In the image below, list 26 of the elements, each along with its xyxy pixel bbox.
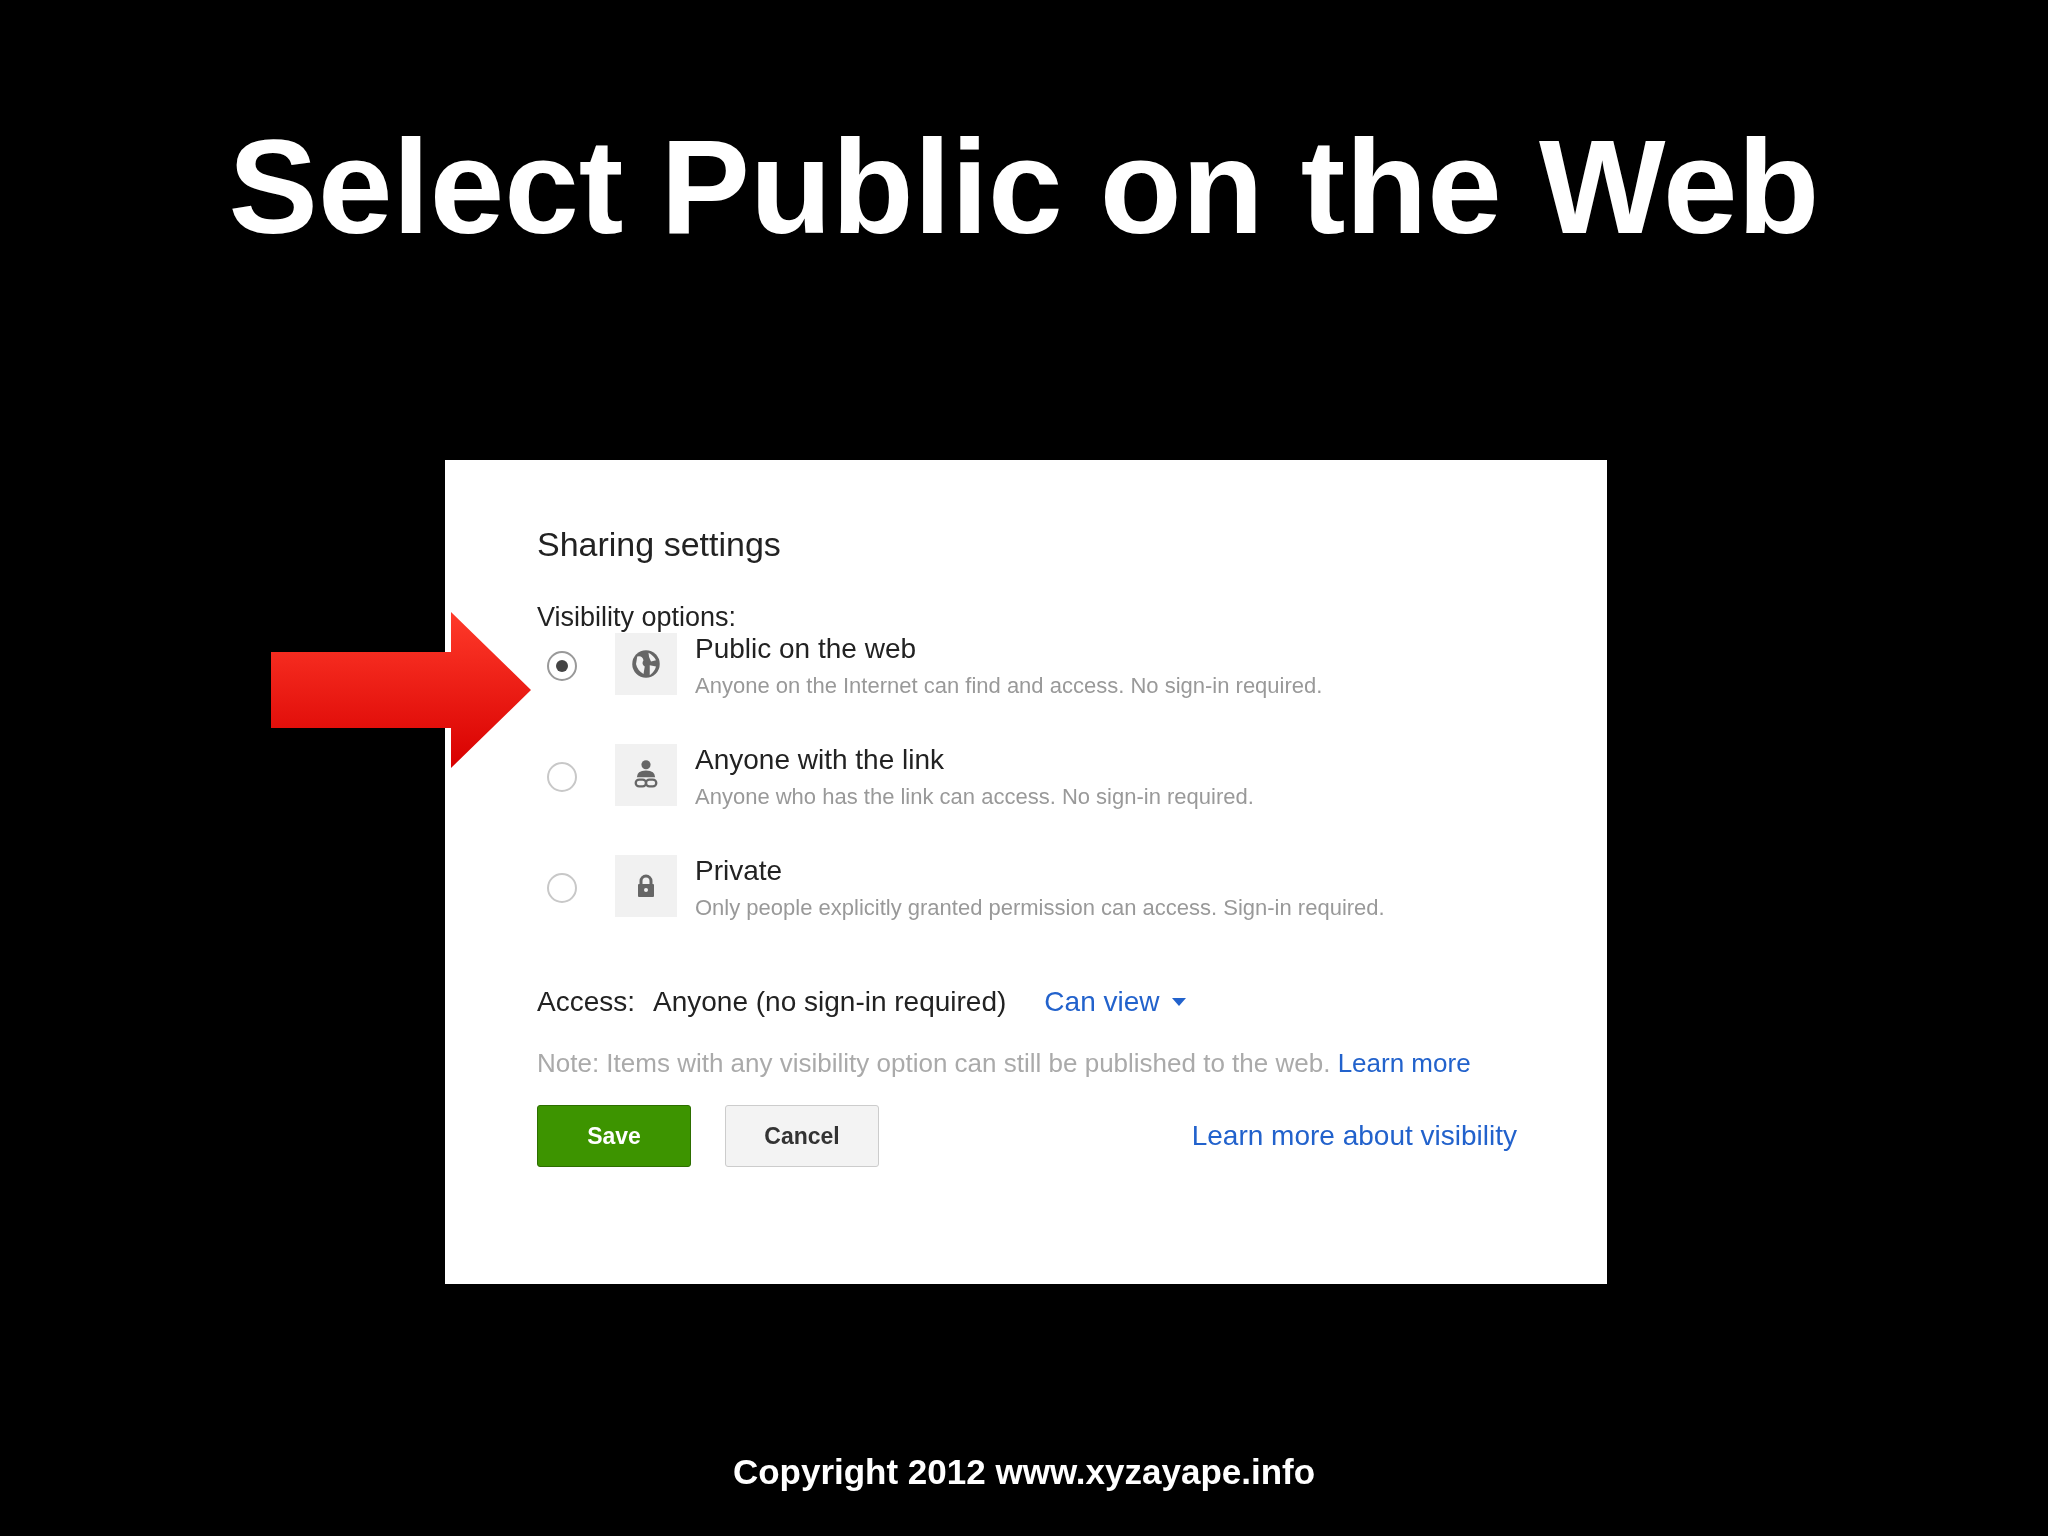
help-link[interactable]: Learn more about visibility: [1191, 1120, 1517, 1152]
radio-button[interactable]: [547, 873, 577, 903]
learn-more-link[interactable]: Learn more: [1337, 1048, 1471, 1078]
dialog-title: Sharing settings: [537, 525, 782, 564]
radio-button[interactable]: [547, 651, 577, 681]
option-description: Anyone on the Internet can find and access. No sign-in required.: [695, 673, 1323, 699]
note-text: Note: Items with any visibility option can still be published to the web. Learn more: [537, 1048, 1472, 1079]
option-label: Public on the web: [695, 633, 918, 665]
option-description: Anyone who has the link can access. No sign-in required.: [695, 784, 1254, 810]
caret-icon: [1171, 997, 1186, 1007]
access-value: Anyone (no sign-in required): [653, 986, 1007, 1018]
option-label: Anyone with the link: [695, 744, 946, 776]
slide-title: Select Public on the Web: [228, 120, 1820, 254]
cancel-button[interactable]: Cancel: [725, 1105, 879, 1167]
access-label: Access:: [537, 986, 636, 1018]
lock-icon: [636, 874, 656, 898]
globe-icon: [631, 649, 661, 679]
option-label: Private: [695, 855, 784, 887]
copyright-text: Copyright 2012 www.xyzayape.info: [732, 1452, 1316, 1492]
section-label: Visibility options:: [537, 602, 738, 633]
arrow-icon: [271, 612, 533, 768]
save-button[interactable]: Save: [537, 1105, 691, 1167]
radio-button[interactable]: [547, 762, 577, 792]
option-description: Only people explicitly granted permission can access. Sign-in required.: [695, 895, 1385, 921]
person-link-icon: [632, 759, 660, 791]
permission-dropdown[interactable]: Can view: [1044, 986, 1186, 1018]
